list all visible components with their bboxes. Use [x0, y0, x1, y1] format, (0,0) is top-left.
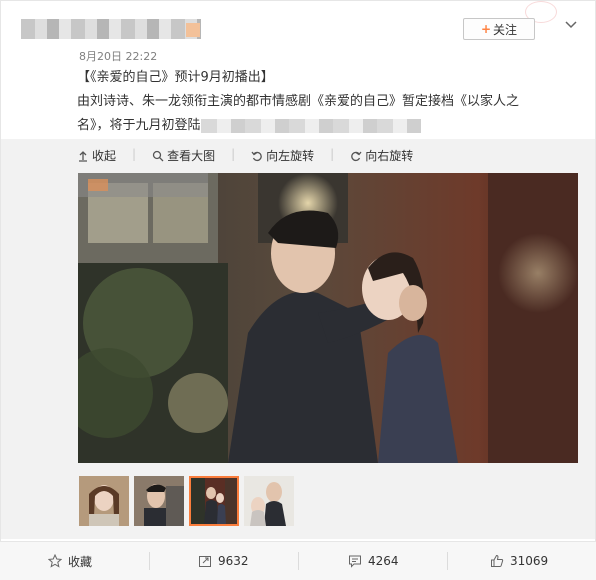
rotate-right-icon [351, 151, 362, 161]
image-toolbar: 收起 | 查看大图 | 向左旋转 | 向右旋转 [77, 147, 413, 164]
rotate-right-label: 向右旋转 [365, 149, 414, 163]
view-large-label: 查看大图 [167, 149, 216, 163]
thumbnail-3-selected[interactable] [189, 476, 239, 526]
thumbnail-1[interactable] [79, 476, 129, 526]
post-title: 【《亲爱的自己》预计9月初播出】 [77, 70, 274, 85]
rotate-right-button[interactable]: 向右旋转 [350, 147, 413, 164]
follow-button[interactable]: + 关注 [463, 18, 535, 40]
favorite-label: 收藏 [68, 554, 93, 569]
collapse-icon [79, 150, 87, 162]
collapse-button[interactable]: 收起 [77, 147, 116, 164]
comment-icon [349, 555, 361, 568]
comment-count: 4264 [368, 554, 399, 568]
post-text: 【《亲爱的自己》预计9月初播出】 由刘诗诗、朱一龙领衔主演的都市情感剧《亲爱的自… [77, 66, 567, 138]
comment-button[interactable]: 4264 [348, 542, 399, 580]
like-count: 31069 [510, 554, 549, 568]
thumbnail-2[interactable] [134, 476, 184, 526]
like-button[interactable]: 31069 [490, 542, 548, 580]
blurred-username [21, 19, 201, 39]
repost-button[interactable]: 9632 [198, 542, 249, 580]
repost-count: 9632 [218, 554, 249, 568]
rotate-left-button[interactable]: 向左旋转 [251, 147, 314, 164]
view-large-button[interactable]: 查看大图 [152, 147, 215, 164]
thumbnail-strip [79, 476, 294, 526]
divider: | [132, 147, 137, 161]
rotate-left-icon [251, 151, 262, 161]
search-icon [152, 150, 164, 161]
post-time[interactable]: 8月20日 22:22 [79, 48, 157, 64]
rotate-left-label: 向左旋转 [266, 149, 315, 163]
post-action-bar: 收藏 9632 4264 31069 [0, 541, 596, 580]
repost-icon [199, 556, 211, 567]
thumbnail-4[interactable] [244, 476, 294, 526]
chevron-down-icon[interactable] [565, 18, 577, 32]
thumbs-up-icon [491, 554, 504, 567]
collapse-label: 收起 [92, 149, 117, 163]
divider [447, 552, 448, 570]
main-photo[interactable] [78, 173, 578, 463]
weibo-post-card: 8月20日 22:22 + 关注 【《亲爱的自己》预计9月初播出】 由刘诗诗、朱… [0, 0, 596, 542]
post-body-line2: 名》，将于九月初登陆 [77, 118, 201, 133]
divider [149, 552, 150, 570]
blurred-badge [186, 23, 200, 37]
follow-label: 关注 [493, 22, 518, 37]
divider: | [231, 147, 236, 161]
favorite-button[interactable]: 收藏 [48, 542, 92, 580]
blurred-text [200, 118, 421, 133]
star-icon [48, 554, 62, 568]
post-body-line1: 由刘诗诗、朱一龙领衔主演的都市情感剧《亲爱的自己》暂定接档《以家人之 [77, 94, 520, 109]
media-expanded-area: 收起 | 查看大图 | 向左旋转 | 向右旋转 [1, 139, 595, 539]
divider [298, 552, 299, 570]
divider: | [330, 147, 335, 161]
plus-icon: + [480, 22, 492, 36]
